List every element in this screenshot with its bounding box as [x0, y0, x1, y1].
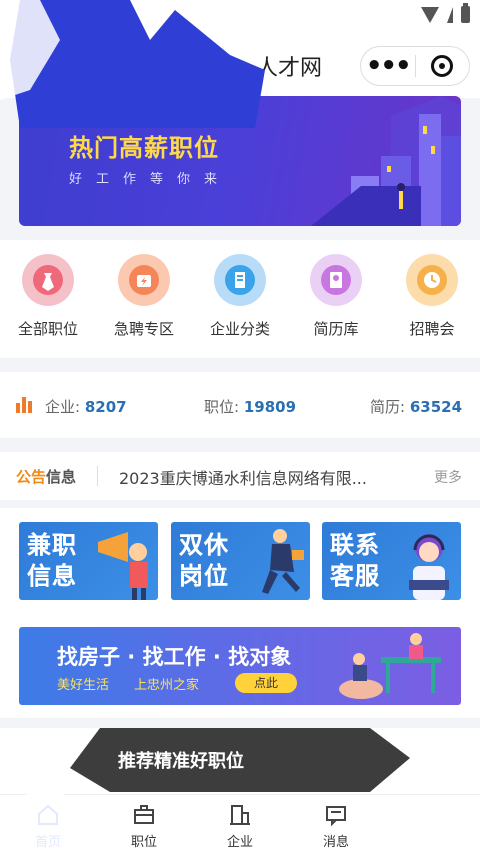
banner-subtitle: 好工作等你来: [69, 172, 232, 187]
megaphone-illustration: [98, 532, 148, 600]
tab-label: 职位: [130, 835, 157, 850]
promo-sub1: 美好生活: [57, 678, 110, 693]
notice-text[interactable]: 2023重庆博通水利信息网络有限...: [119, 465, 367, 489]
close-program-button[interactable]: [415, 55, 469, 77]
bottom-tab-bar: 首页 职位 企业 消息: [0, 794, 480, 854]
card-text: 兼职 信息: [27, 530, 77, 592]
tab-companies[interactable]: 企业: [192, 795, 288, 854]
card-weekend-off[interactable]: 双休 岗位: [171, 522, 310, 600]
stats-bar: 企业: 8207 职位: 19809 简历: 63524: [0, 372, 480, 438]
tab-jobs[interactable]: 职位: [96, 795, 192, 854]
header: 人才网 •••: [0, 32, 480, 98]
signal-icon: [447, 6, 453, 23]
city-illustration: [311, 96, 461, 226]
resume-icon: [310, 254, 362, 306]
nav-urgent-hiring[interactable]: 急聘专区: [96, 240, 192, 358]
office-desk-illustration: [339, 633, 441, 699]
message-icon: [326, 806, 346, 827]
notice-bar: 公告信息 2023重庆博通水利信息网络有限... 更多: [0, 452, 480, 500]
nav-all-jobs[interactable]: 全部职位: [0, 240, 96, 358]
more-menu-button[interactable]: •••: [361, 49, 415, 83]
bar-chart-icon: [16, 397, 32, 413]
nav-label: 急聘专区: [113, 320, 174, 338]
nav-resume-library[interactable]: 简历库: [288, 240, 384, 358]
clock-icon: [406, 254, 458, 306]
company-count: 企业: 8207: [45, 396, 127, 417]
notice-tag-a: 公告: [16, 468, 47, 486]
tab-home[interactable]: 首页: [0, 795, 96, 854]
card-part-time[interactable]: 兼职 信息: [19, 522, 158, 600]
briefcase-icon: [134, 805, 154, 824]
card-text: 双休 岗位: [179, 530, 229, 592]
job-count: 职位: 19809: [204, 396, 296, 417]
promo-click-button[interactable]: 点此: [235, 673, 297, 693]
card-line1: 双休: [179, 531, 229, 559]
nav-label: 企业分类: [209, 320, 270, 338]
resume-value: 63524: [409, 398, 463, 416]
notice-divider: [97, 466, 98, 486]
building-icon: [230, 805, 250, 825]
tab-label: 企业: [226, 835, 253, 850]
running-man-illustration: [262, 529, 304, 594]
tab-empty[interactable]: [384, 795, 480, 854]
wifi-icon: [421, 6, 439, 23]
home-icon: [38, 804, 58, 825]
quick-cards: 兼职 信息 双休 岗位 联系 客服: [0, 508, 480, 618]
tie-icon: [22, 254, 74, 306]
tab-label: 首页: [34, 835, 61, 850]
mini-program-capsule: •••: [360, 46, 470, 86]
battery-icon: [461, 3, 470, 23]
nav-label: 招聘会: [409, 320, 455, 338]
tab-messages[interactable]: 消息: [288, 795, 384, 854]
status-icons: [421, 3, 470, 23]
card-text: 联系 客服: [330, 530, 380, 592]
status-bar: [0, 0, 480, 32]
building-icon: [214, 254, 266, 306]
promo-sub2: 上忠州之家: [134, 678, 200, 693]
target-icon: [431, 55, 454, 77]
card-customer-service[interactable]: 联系 客服: [322, 522, 461, 600]
job-value: 19809: [243, 398, 297, 416]
notice-tag-b: 信息: [46, 468, 77, 486]
card-line1: 兼职: [27, 531, 77, 559]
hot-jobs-banner[interactable]: 热门高薪职位 好工作等你来: [19, 96, 461, 226]
nav-label: 简历库: [313, 320, 359, 338]
recommend-title: 推荐精准好职位: [118, 751, 244, 772]
nav-job-fair[interactable]: 招聘会: [384, 240, 480, 358]
promo-section: 找房子 · 找工作 · 找对象 美好生活 上忠州之家 点此: [0, 618, 480, 718]
job-label: 职位:: [204, 398, 240, 416]
nav-label: 全部职位: [17, 320, 78, 338]
nav-company-category[interactable]: 企业分类: [192, 240, 288, 358]
category-nav: 全部职位 急聘专区 企业分类 简历库 招聘会: [0, 240, 480, 358]
notice-more-link[interactable]: 更多: [434, 467, 462, 487]
resume-label: 简历:: [370, 398, 406, 416]
tab-label: 消息: [322, 835, 349, 850]
card-line2: 客服: [330, 562, 380, 590]
card-line1: 联系: [330, 531, 380, 559]
banner-title: 热门高薪职位: [69, 134, 219, 162]
card-line2: 信息: [27, 562, 77, 590]
resume-count: 简历: 63524: [370, 396, 462, 417]
page-title: 人才网: [256, 56, 323, 81]
company-value: 8207: [84, 398, 127, 416]
company-label: 企业:: [45, 398, 81, 416]
notice-tag: 公告信息: [16, 466, 76, 487]
promo-banner[interactable]: 找房子 · 找工作 · 找对象 美好生活 上忠州之家 点此: [19, 627, 461, 705]
urgent-bag-icon: [118, 254, 170, 306]
promo-title: 找房子 · 找工作 · 找对象: [57, 645, 292, 669]
support-agent-illustration: [409, 534, 449, 600]
card-line2: 岗位: [179, 562, 229, 590]
